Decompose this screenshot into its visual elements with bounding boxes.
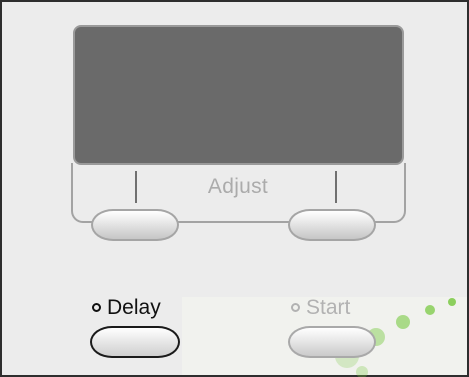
delay-led-icon — [92, 303, 101, 312]
start-indicator: Start — [291, 296, 350, 320]
adjust-right-button[interactable] — [288, 209, 376, 241]
adjust-tick-right — [335, 171, 337, 203]
adjust-tick-left — [135, 171, 137, 203]
start-label-text: Start — [306, 296, 351, 319]
start-led-icon — [291, 303, 300, 312]
start-button[interactable] — [288, 326, 376, 358]
adjust-left-button[interactable] — [91, 209, 179, 241]
adjust-label: Adjust — [207, 175, 269, 198]
delay-indicator: Delay — [92, 296, 161, 320]
display-screen — [73, 25, 404, 165]
delay-button[interactable] — [90, 326, 180, 358]
delay-label-text: Delay — [107, 296, 161, 319]
